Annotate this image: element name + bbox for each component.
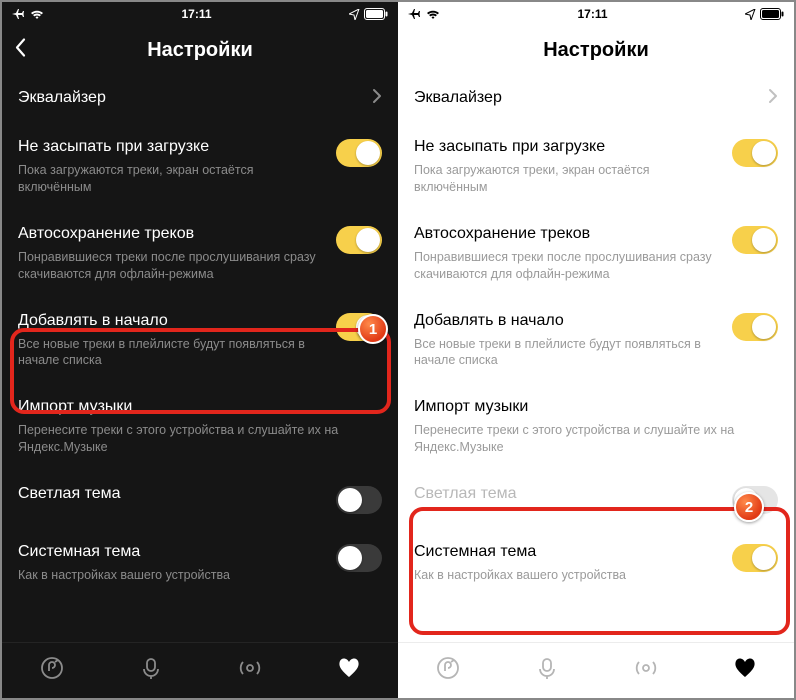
row-import-music[interactable]: Импорт музыки Перенесите треки с этого у… — [414, 383, 778, 470]
row-import-music[interactable]: Импорт музыки Перенесите треки с этого у… — [18, 383, 382, 470]
chevron-right-icon — [372, 88, 382, 109]
row-system-theme: Системная тема Как в настройках вашего у… — [414, 528, 778, 598]
row-subtitle: Понравившиеся треки после прослушивания … — [414, 249, 722, 283]
row-label: Не засыпать при загрузке — [414, 137, 722, 157]
row-light-theme: Светлая тема — [18, 470, 382, 528]
row-label: Добавлять в начало — [18, 311, 326, 331]
page-title: Настройки — [147, 39, 253, 62]
row-label: Системная тема — [414, 542, 722, 562]
toggle-no-sleep[interactable] — [732, 139, 778, 167]
row-system-theme: Системная тема Как в настройках вашего у… — [18, 528, 382, 598]
row-label: Добавлять в начало — [414, 311, 722, 331]
row-add-to-top: Добавлять в начало Все новые треки в пле… — [414, 297, 778, 384]
row-subtitle: Пока загружаются треки, экран остаётся в… — [18, 162, 326, 196]
settings-list: Эквалайзер Не засыпать при загрузке Пока… — [398, 74, 794, 642]
tab-bar — [2, 642, 398, 698]
toggle-add-to-top[interactable] — [732, 313, 778, 341]
wifi-icon — [30, 9, 44, 20]
row-label: Автосохранение треков — [18, 224, 326, 244]
row-subtitle: Понравившиеся треки после прослушивания … — [18, 249, 326, 283]
toggle-autosave[interactable] — [336, 226, 382, 254]
back-button[interactable] — [14, 38, 28, 63]
tab-my-music[interactable] — [336, 655, 362, 686]
tab-radio[interactable] — [633, 655, 659, 686]
row-subtitle: Как в настройках вашего устройства — [18, 567, 326, 584]
row-label: Автосохранение треков — [414, 224, 722, 244]
toggle-light-theme[interactable] — [732, 486, 778, 514]
row-equalizer[interactable]: Эквалайзер — [414, 74, 778, 123]
tab-feed[interactable] — [435, 655, 461, 686]
row-add-to-top: Добавлять в начало Все новые треки в пле… — [18, 297, 382, 384]
row-equalizer[interactable]: Эквалайзер — [18, 74, 382, 123]
row-subtitle: Перенесите треки с этого устройства и сл… — [414, 422, 778, 456]
toggle-system-theme[interactable] — [732, 544, 778, 572]
phone-dark-theme: 17:11 Настройки Эквалайзер Не засыпать п… — [2, 2, 398, 698]
row-subtitle: Как в настройках вашего устройства — [414, 567, 722, 584]
location-icon — [745, 9, 756, 20]
phone-light-theme: 17:11 Настройки Эквалайзер Не засыпать п… — [398, 2, 794, 698]
row-no-sleep: Не засыпать при загрузке Пока загружаютс… — [414, 123, 778, 210]
nav-bar: Настройки — [398, 26, 794, 74]
airplane-icon — [12, 8, 26, 20]
tab-bar — [398, 642, 794, 698]
tab-podcasts[interactable] — [138, 655, 164, 686]
row-no-sleep: Не засыпать при загрузке Пока загружаютс… — [18, 123, 382, 210]
row-subtitle: Все новые треки в плейлисте будут появля… — [18, 336, 326, 370]
nav-bar: Настройки — [2, 26, 398, 74]
status-bar: 17:11 — [2, 2, 398, 26]
row-subtitle: Все новые треки в плейлисте будут появля… — [414, 336, 722, 370]
row-light-theme: Светлая тема — [414, 470, 778, 528]
row-label: Светлая тема — [18, 484, 326, 504]
battery-icon — [364, 8, 388, 20]
tab-radio[interactable] — [237, 655, 263, 686]
row-subtitle: Перенесите треки с этого устройства и сл… — [18, 422, 382, 456]
row-label: Импорт музыки — [414, 397, 778, 417]
battery-icon — [760, 8, 784, 20]
toggle-system-theme[interactable] — [336, 544, 382, 572]
airplane-icon — [408, 8, 422, 20]
page-title: Настройки — [543, 39, 649, 62]
status-time: 17:11 — [577, 7, 607, 21]
row-label: Эквалайзер — [18, 88, 362, 108]
wifi-icon — [426, 9, 440, 20]
status-bar: 17:11 — [398, 2, 794, 26]
row-label: Светлая тема — [414, 484, 722, 504]
row-autosave: Автосохранение треков Понравившиеся трек… — [18, 210, 382, 297]
row-label: Не засыпать при загрузке — [18, 137, 326, 157]
row-autosave: Автосохранение треков Понравившиеся трек… — [414, 210, 778, 297]
tab-my-music[interactable] — [732, 655, 758, 686]
settings-list: Эквалайзер Не засыпать при загрузке Пока… — [2, 74, 398, 642]
tab-feed[interactable] — [39, 655, 65, 686]
row-label: Системная тема — [18, 542, 326, 562]
chevron-right-icon — [768, 88, 778, 109]
row-label: Эквалайзер — [414, 88, 758, 108]
status-time: 17:11 — [181, 7, 211, 21]
toggle-autosave[interactable] — [732, 226, 778, 254]
location-icon — [349, 9, 360, 20]
tab-podcasts[interactable] — [534, 655, 560, 686]
row-label: Импорт музыки — [18, 397, 382, 417]
toggle-light-theme[interactable] — [336, 486, 382, 514]
toggle-add-to-top[interactable] — [336, 313, 382, 341]
row-subtitle: Пока загружаются треки, экран остаётся в… — [414, 162, 722, 196]
toggle-no-sleep[interactable] — [336, 139, 382, 167]
